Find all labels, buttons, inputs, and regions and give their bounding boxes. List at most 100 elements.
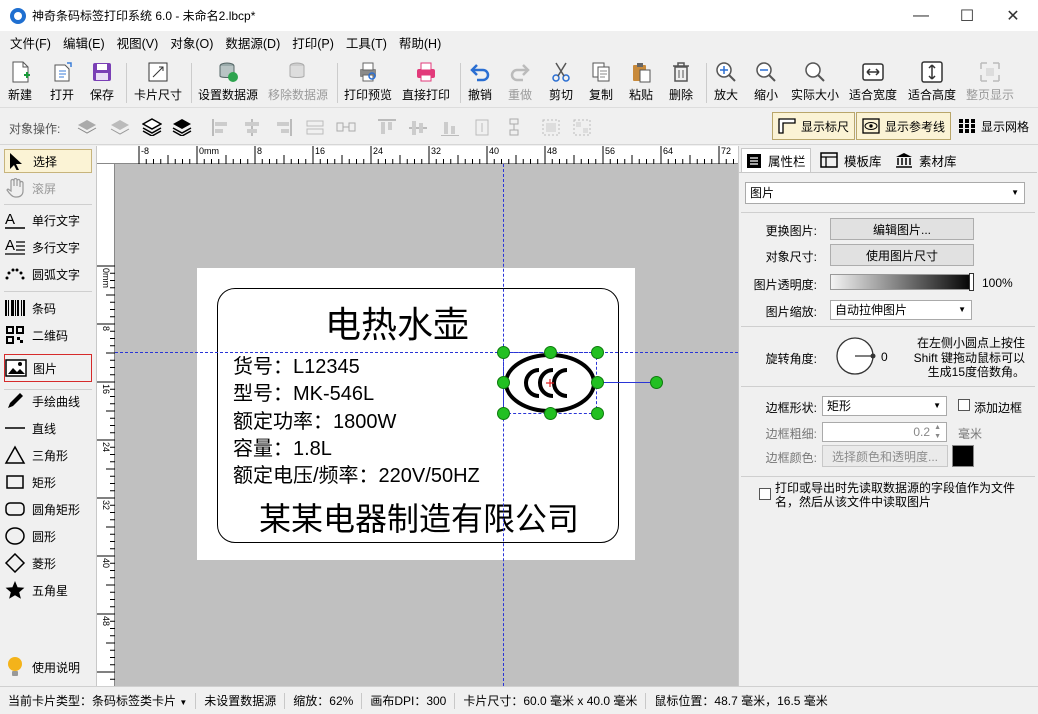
object-type-dropdown[interactable]: 图片 ▼ <box>745 182 1025 204</box>
resize-handle-se[interactable] <box>591 407 604 420</box>
border-width-spinner[interactable]: 0.2 ▲ ▼ <box>822 422 947 442</box>
show-grid-toggle[interactable]: 显示网格 <box>953 112 1034 140</box>
show-ruler-toggle[interactable]: 显示标尺 <box>772 112 856 140</box>
label-line-voltage[interactable]: 额定电压/频率：220V/50HZ <box>233 459 480 488</box>
opacity-slider[interactable] <box>830 273 974 291</box>
align-center-icon[interactable] <box>242 118 262 136</box>
menu-datasource[interactable]: 数据源(D) <box>219 31 286 57</box>
tool-diamond[interactable]: 菱形 <box>4 551 92 575</box>
tab-templates[interactable]: 模板库 <box>816 148 886 172</box>
tool-qrcode[interactable]: 二维码 <box>4 323 92 347</box>
horizontal-guide-line[interactable] <box>115 352 738 353</box>
datasource-filename-checkbox[interactable] <box>759 488 771 500</box>
resize-handle-sw[interactable] <box>497 407 510 420</box>
card-size-button[interactable]: 卡片尺寸 <box>134 60 182 106</box>
tool-arc-text[interactable]: 圆弧文字 <box>4 262 92 286</box>
resize-handle-nw[interactable] <box>497 346 510 359</box>
align-top-icon[interactable] <box>377 118 397 136</box>
whole-page-button[interactable]: 整页显示 <box>966 60 1014 106</box>
border-color-swatch[interactable] <box>952 445 974 467</box>
label-line-model[interactable]: 型号：MK-546L <box>233 377 374 406</box>
label-line-power[interactable]: 额定功率：1800W <box>233 405 396 434</box>
copy-button[interactable]: 复制 <box>589 60 613 106</box>
border-color-button[interactable]: 选择颜色和透明度... <box>822 445 948 467</box>
fit-width-button[interactable]: 适合宽度 <box>849 60 897 106</box>
save-button[interactable]: 保存 <box>90 60 114 106</box>
menu-tools[interactable]: 工具(T) <box>340 31 393 57</box>
undo-button[interactable]: 撤销 <box>468 60 492 106</box>
bring-front-icon[interactable] <box>142 118 162 136</box>
rotation-dial[interactable] <box>835 336 887 376</box>
menu-print[interactable]: 打印(P) <box>286 31 340 57</box>
zoom-in-button[interactable]: 放大 <box>714 60 738 106</box>
opacity-slider-thumb[interactable] <box>969 273 974 291</box>
edit-image-button[interactable]: 编辑图片... <box>830 218 974 240</box>
add-border-checkbox[interactable] <box>958 399 970 411</box>
menu-object[interactable]: 对象(O) <box>164 31 219 57</box>
fit-height-button[interactable]: 适合高度 <box>908 60 956 106</box>
print-preview-button[interactable]: 打印预览 <box>344 60 392 106</box>
tool-rectangle[interactable]: 矩形 <box>4 470 92 494</box>
space-h-icon[interactable] <box>504 118 524 136</box>
tab-materials[interactable]: 素材库 <box>891 148 961 172</box>
tool-star[interactable]: 五角星 <box>4 578 92 602</box>
tool-multi-text[interactable]: A 多行文字 <box>4 235 92 259</box>
resize-handle-e[interactable] <box>591 376 604 389</box>
label-card[interactable]: 电热水壶 货号：L12345 型号：MK-546L 额定功率：1800W 容量：… <box>197 268 635 560</box>
distribute-h-icon[interactable] <box>305 118 325 136</box>
resize-handle-ne[interactable] <box>591 346 604 359</box>
zoom-out-button[interactable]: 缩小 <box>754 60 778 106</box>
group-icon[interactable] <box>541 118 561 136</box>
vertical-guide-line[interactable] <box>503 164 504 686</box>
distribute-v-icon[interactable] <box>336 118 356 136</box>
tool-rounded-rect[interactable]: 圆角矩形 <box>4 497 92 521</box>
tool-help[interactable]: 使用说明 <box>4 655 92 679</box>
align-bottom-icon[interactable] <box>440 118 460 136</box>
paste-button[interactable]: 粘贴 <box>629 60 653 106</box>
align-right-icon[interactable] <box>273 118 293 136</box>
delete-button[interactable]: 删除 <box>669 60 693 106</box>
align-middle-icon[interactable] <box>408 118 428 136</box>
border-shape-dropdown[interactable]: 矩形 ▼ <box>822 396 947 416</box>
tab-properties[interactable]: 属性栏 <box>741 148 811 172</box>
rotation-handle[interactable] <box>650 376 663 389</box>
menu-file[interactable]: 文件(F) <box>4 31 57 57</box>
minimize-button[interactable]: — <box>898 0 944 31</box>
label-line-capacity[interactable]: 容量：1.8L <box>233 432 332 461</box>
resize-handle-s[interactable] <box>544 407 557 420</box>
menu-view[interactable]: 视图(V) <box>111 31 165 57</box>
send-back-icon[interactable] <box>172 118 192 136</box>
label-company[interactable]: 某某电器制造有限公司 <box>259 494 579 540</box>
tool-line[interactable]: 直线 <box>4 416 92 440</box>
resize-handle-n[interactable] <box>544 346 557 359</box>
tool-scroll[interactable]: 滚屏 <box>4 176 92 200</box>
space-v-icon[interactable] <box>472 118 492 136</box>
tool-image[interactable]: 图片 <box>4 354 92 382</box>
menu-edit[interactable]: 编辑(E) <box>57 31 111 57</box>
tool-barcode[interactable]: 条码 <box>4 296 92 320</box>
tool-freehand[interactable]: 手绘曲线 <box>4 389 92 413</box>
canvas-area[interactable]: -8 0mm 8 16 24 32 40 48 56 64 72 0mm 8 1… <box>97 146 738 686</box>
close-button[interactable]: ✕ <box>990 0 1036 31</box>
label-title[interactable]: 电热水壶 <box>325 296 469 348</box>
remove-datasource-button[interactable]: 移除数据源 <box>268 60 328 106</box>
tool-select[interactable]: 选择 <box>4 149 92 173</box>
redo-button[interactable]: 重做 <box>508 60 532 106</box>
direct-print-button[interactable]: 直接打印 <box>402 60 450 106</box>
label-line-item-no[interactable]: 货号：L12345 <box>233 350 360 379</box>
new-button[interactable]: 新建 <box>8 60 32 106</box>
show-guides-toggle[interactable]: 显示参考线 <box>856 112 952 140</box>
status-card-type[interactable]: 当前卡片类型：条码标签类卡片 ▼ <box>0 692 197 709</box>
ungroup-icon[interactable] <box>572 118 592 136</box>
align-left-icon[interactable] <box>211 118 231 136</box>
image-scale-dropdown[interactable]: 自动拉伸图片 ▼ <box>830 300 972 320</box>
tool-single-text[interactable]: A 单行文字 <box>4 208 92 232</box>
cut-button[interactable]: 剪切 <box>549 60 573 106</box>
maximize-button[interactable]: ☐ <box>944 0 990 31</box>
layer-up-icon[interactable] <box>77 118 97 136</box>
tool-circle[interactable]: 圆形 <box>4 524 92 548</box>
tool-triangle[interactable]: 三角形 <box>4 443 92 467</box>
actual-size-button[interactable]: 实际大小 <box>791 60 839 106</box>
use-image-size-button[interactable]: 使用图片尺寸 <box>830 244 974 266</box>
resize-handle-w[interactable] <box>497 376 510 389</box>
